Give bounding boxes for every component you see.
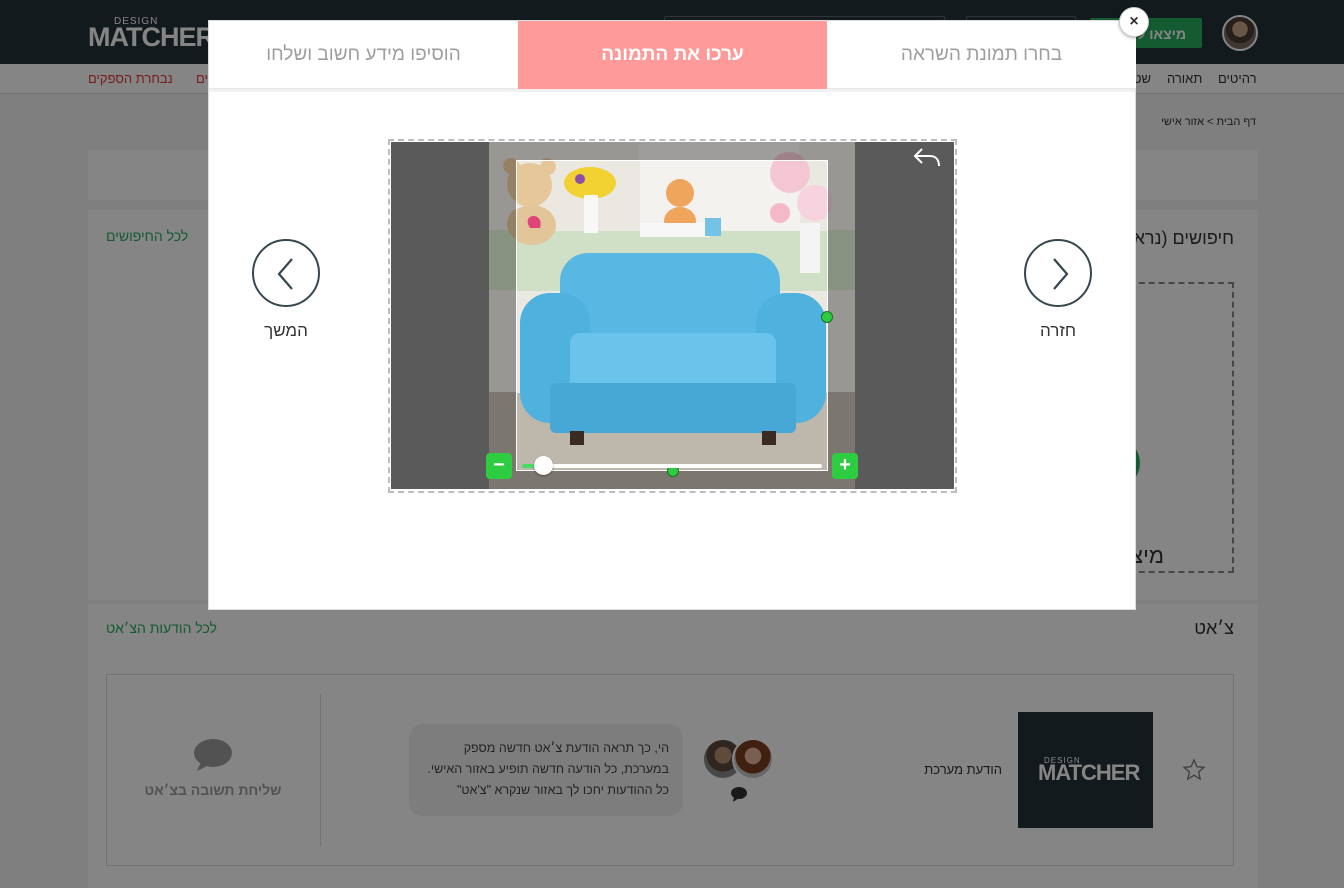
chevron-left-icon bbox=[277, 258, 293, 290]
close-modal-button[interactable]: × bbox=[1119, 7, 1149, 37]
rotate-icon[interactable] bbox=[912, 146, 942, 170]
tab-choose-inspiration[interactable]: בחרו תמונת השראה bbox=[827, 21, 1136, 89]
next-button[interactable] bbox=[252, 239, 320, 307]
back-label[interactable]: חזרה bbox=[1008, 321, 1108, 341]
crop-area[interactable] bbox=[516, 160, 828, 471]
back-button[interactable] bbox=[1024, 239, 1092, 307]
crop-handle-right[interactable] bbox=[821, 311, 833, 323]
tab-add-info-send[interactable]: הוסיפו מידע חשוב ושלחו bbox=[209, 21, 518, 89]
zoom-slider-thumb[interactable] bbox=[534, 456, 553, 475]
zoom-in-button[interactable]: + bbox=[832, 453, 858, 479]
tab-divider bbox=[209, 89, 1135, 92]
crop-photo-preview bbox=[517, 161, 827, 470]
next-label[interactable]: המשך bbox=[236, 321, 336, 341]
zoom-slider-track[interactable] bbox=[522, 464, 822, 468]
tab-edit-image[interactable]: ערכו את התמונה bbox=[518, 21, 827, 89]
chevron-right-icon bbox=[1053, 258, 1069, 290]
zoom-out-button[interactable]: − bbox=[486, 453, 512, 479]
